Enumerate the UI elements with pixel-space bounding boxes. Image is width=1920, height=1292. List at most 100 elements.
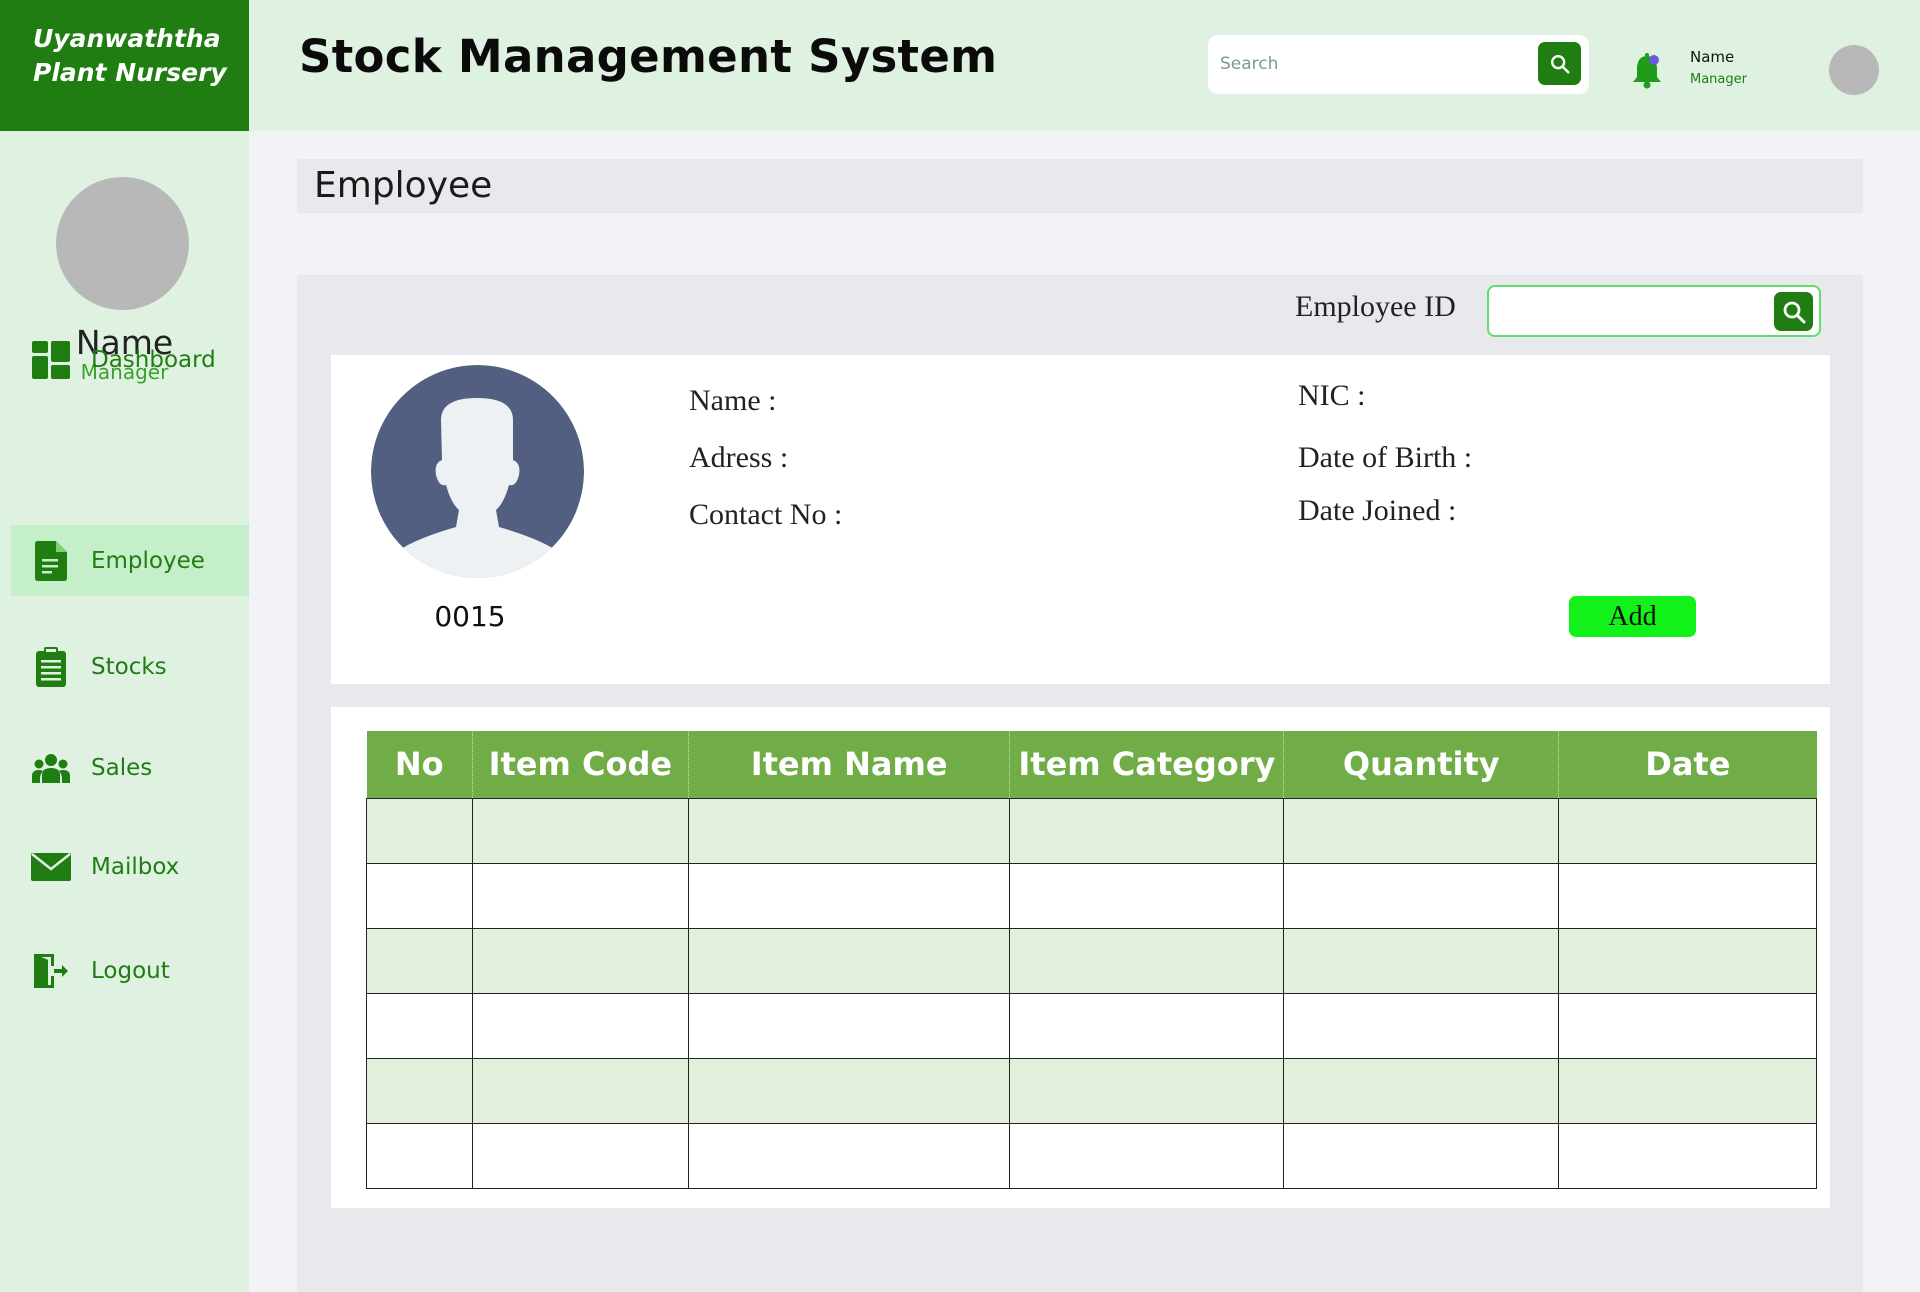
table-cell [366, 1057, 473, 1124]
table-cell [366, 862, 473, 929]
column-header[interactable]: Item Code [472, 731, 689, 798]
page-header: Employee [297, 159, 1863, 213]
table-cell [471, 1057, 689, 1124]
table-cell [1009, 797, 1285, 864]
field-dob-label: Date of Birth : [1298, 441, 1473, 474]
table-cell [687, 1057, 1011, 1124]
table-cell [687, 797, 1011, 864]
field-address-label: Adress : [689, 441, 789, 474]
table-cell [366, 1122, 473, 1189]
table-row[interactable] [366, 862, 1817, 929]
column-header[interactable]: Item Name [688, 731, 1011, 798]
header-user-name: Name [1690, 48, 1735, 66]
sidebar-item-label: Mailbox [91, 853, 180, 880]
employee-id-label: Employee ID [1295, 290, 1456, 323]
table-cell [1009, 862, 1285, 929]
document-icon [31, 540, 71, 581]
table-cell [471, 1122, 689, 1189]
sidebar-item-label: Stocks [91, 653, 167, 680]
table-cell [366, 927, 473, 994]
table-cell [366, 797, 473, 864]
dashboard-icon [31, 340, 71, 380]
search-input[interactable] [1220, 49, 1520, 79]
table-row[interactable] [366, 992, 1817, 1059]
table-cell [1558, 1057, 1817, 1124]
table-row[interactable] [366, 927, 1817, 994]
people-icon [31, 748, 71, 788]
table-cell [471, 862, 689, 929]
table-cell [471, 992, 689, 1059]
table-cell [1558, 862, 1817, 929]
sidebar: Name Manager Dashboard Employee Stocks S… [0, 131, 249, 1292]
sidebar-item-label: Dashboard [91, 346, 216, 373]
sidebar-item-mailbox[interactable]: Mailbox [11, 831, 249, 902]
field-joined-label: Date Joined : [1298, 494, 1457, 527]
table-cell [471, 797, 689, 864]
employee-number: 0015 [434, 600, 506, 633]
sidebar-item-label: Employee [91, 547, 205, 574]
table-header-row: No Item Code Item Name Item Category Qua… [366, 731, 1817, 798]
table-cell [1558, 927, 1817, 994]
sidebar-item-label: Sales [91, 754, 153, 781]
column-header[interactable]: Date [1558, 731, 1817, 798]
sidebar-item-logout[interactable]: Logout [11, 935, 249, 1006]
field-nic-label: NIC : [1298, 379, 1366, 412]
sidebar-avatar [56, 177, 189, 310]
app-title: Stock Management System [299, 30, 998, 83]
page-title: Employee [314, 165, 493, 206]
search-button[interactable] [1538, 42, 1581, 85]
employee-id-search-button[interactable] [1774, 292, 1813, 331]
field-name-label: Name : [689, 384, 777, 417]
table-cell [1283, 1122, 1560, 1189]
header-user-role: Manager [1690, 72, 1747, 87]
sidebar-item-label: Logout [91, 957, 170, 984]
table-cell [471, 927, 689, 994]
mail-icon [31, 847, 71, 887]
employee-id-input[interactable] [1499, 297, 1769, 325]
table-cell [1558, 992, 1817, 1059]
employee-avatar [371, 365, 584, 578]
table-cell [1283, 1057, 1560, 1124]
employee-id-search-box [1487, 285, 1821, 337]
table-cell [687, 927, 1011, 994]
logout-icon [31, 951, 71, 991]
bell-icon[interactable] [1629, 50, 1665, 90]
table-row[interactable] [366, 797, 1817, 864]
table-cell [687, 992, 1011, 1059]
table-cell [687, 862, 1011, 929]
search-icon [1783, 301, 1805, 323]
stock-table: No Item Code Item Name Item Category Qua… [366, 731, 1817, 1189]
sidebar-item-stocks[interactable]: Stocks [11, 631, 249, 702]
table-cell [1283, 992, 1560, 1059]
table-cell [1009, 1057, 1285, 1124]
table-cell [687, 1122, 1011, 1189]
table-cell [366, 992, 473, 1059]
table-cell [1009, 927, 1285, 994]
table-cell [1283, 927, 1560, 994]
search-icon [1550, 54, 1570, 74]
person-silhouette-icon [371, 365, 584, 578]
search-box [1208, 35, 1589, 94]
clipboard-icon [31, 646, 71, 687]
table-row[interactable] [366, 1122, 1817, 1189]
table-cell [1009, 1122, 1285, 1189]
table-row[interactable] [366, 1057, 1817, 1124]
field-contact-label: Contact No : [689, 498, 843, 531]
column-header[interactable]: No [366, 731, 473, 798]
brand-logo: Uyanwaththa Plant Nursery [0, 0, 249, 131]
column-header[interactable]: Item Category [1009, 731, 1285, 798]
table-cell [1009, 992, 1285, 1059]
table-cell [1283, 862, 1560, 929]
table-cell [1558, 1122, 1817, 1189]
sidebar-item-sales[interactable]: Sales [11, 732, 249, 803]
header-avatar[interactable] [1829, 45, 1879, 95]
column-header[interactable]: Quantity [1283, 731, 1560, 798]
table-cell [1283, 797, 1560, 864]
brand-line-2: Plant Nursery [33, 58, 227, 87]
sidebar-item-dashboard[interactable]: Dashboard [11, 324, 249, 395]
sidebar-item-employee[interactable]: Employee [11, 525, 249, 596]
add-button[interactable]: Add [1569, 596, 1696, 637]
brand-line-1: Uyanwaththa [33, 24, 221, 53]
table-cell [1558, 797, 1817, 864]
top-bar: Stock Management System Name Manager [249, 0, 1920, 131]
